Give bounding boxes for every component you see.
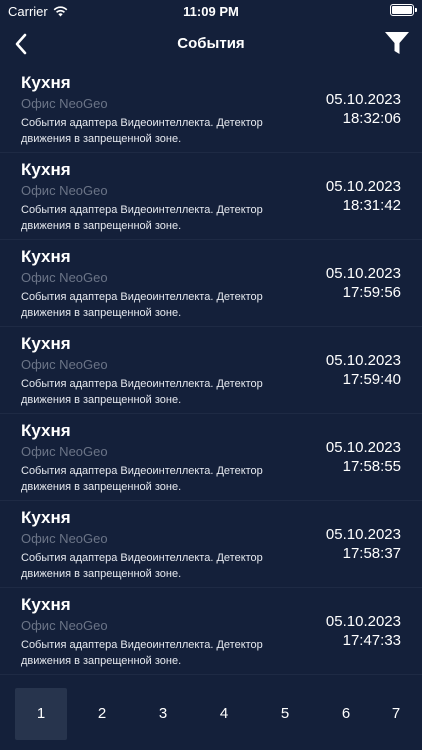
event-description: События адаптера Видеоинтеллекта. Детект… [21,291,263,319]
event-date: 05.10.2023 [325,352,401,369]
event-location: Офис NeoGeo [21,270,108,285]
event-item[interactable]: Кухня Офис NeoGeo События адаптера Видео… [0,153,422,240]
event-item[interactable]: Кухня Офис NeoGeo События адаптера Видео… [0,588,422,675]
event-description: События адаптера Видеоинтеллекта. Детект… [21,639,263,667]
event-item[interactable]: Кухня Офис NeoGeo События адаптера Видео… [0,414,422,501]
filter-icon [385,32,409,54]
event-location: Офис NeoGeo [21,96,108,111]
event-time: 18:31:42 [342,197,401,214]
event-date: 05.10.2023 [325,613,401,630]
event-time: 18:32:06 [342,110,401,127]
status-time: 11:09 PM [183,4,239,19]
event-title: Кухня [21,334,71,353]
event-description: События адаптера Видеоинтеллекта. Детект… [21,117,263,145]
event-item[interactable]: Кухня Офис NeoGeo События адаптера Видео… [0,327,422,414]
event-location: Офис NeoGeo [21,618,108,633]
event-location: Офис NeoGeo [21,444,108,459]
event-title: Кухня [21,160,71,179]
filter-button[interactable] [384,30,410,56]
event-location: Офис NeoGeo [21,531,108,546]
page-button-5[interactable]: 5 [259,688,311,740]
event-date: 05.10.2023 [325,526,401,543]
event-time: 17:59:56 [342,284,401,301]
page-button-3[interactable]: 3 [137,688,189,740]
page-button-2[interactable]: 2 [76,688,128,740]
event-title: Кухня [21,247,71,266]
event-location: Офис NeoGeo [21,183,108,198]
event-date: 05.10.2023 [325,439,401,456]
event-title: Кухня [21,421,71,440]
battery-icon [390,4,417,16]
event-title: Кухня [21,595,71,614]
event-description: События адаптера Видеоинтеллекта. Детект… [21,552,263,580]
event-list: Кухня Офис NeoGeo События адаптера Видео… [0,66,422,675]
event-time: 17:47:33 [342,632,401,649]
event-item[interactable]: Кухня Офис NeoGeo События адаптера Видео… [0,66,422,153]
event-location: Офис NeoGeo [21,357,108,372]
page-button-6[interactable]: 6 [320,688,372,740]
event-item[interactable]: Кухня Офис NeoGeo События адаптера Видео… [0,501,422,588]
page-button-7[interactable]: 7 [370,688,422,740]
event-time: 17:58:37 [342,545,401,562]
event-title: Кухня [21,508,71,527]
navigation-bar: События [0,22,422,66]
page-title: События [177,35,245,52]
event-item[interactable]: Кухня Офис NeoGeo События адаптера Видео… [0,240,422,327]
event-time: 17:59:40 [342,371,401,388]
event-date: 05.10.2023 [325,265,401,282]
page-button-4[interactable]: 4 [198,688,250,740]
pagination: 1 2 3 4 5 6 7 [0,688,422,740]
event-time: 17:58:55 [342,458,401,475]
event-title: Кухня [21,73,71,92]
event-description: События адаптера Видеоинтеллекта. Детект… [21,465,263,493]
event-date: 05.10.2023 [325,178,401,195]
status-bar: Carrier 11:09 PM [0,0,422,22]
event-description: События адаптера Видеоинтеллекта. Детект… [21,378,263,406]
event-date: 05.10.2023 [325,91,401,108]
page-button-1[interactable]: 1 [15,688,67,740]
event-description: События адаптера Видеоинтеллекта. Детект… [21,204,263,232]
